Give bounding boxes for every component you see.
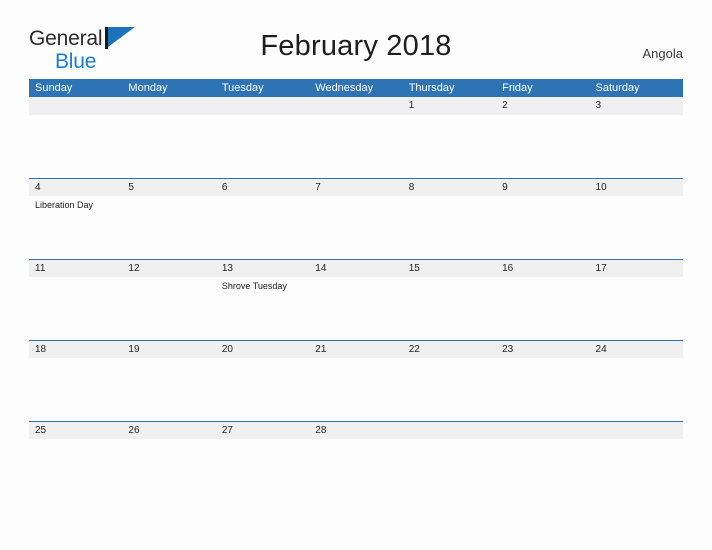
week-date-strip: 25 26 27 28 [29, 421, 683, 439]
day-event[interactable] [309, 196, 402, 259]
weekday-wednesday: Wednesday [315, 82, 374, 94]
day-event[interactable] [403, 439, 496, 502]
weekday-thursday: Thursday [408, 82, 455, 94]
day-number[interactable]: 25 [29, 422, 122, 439]
day-event[interactable] [122, 277, 215, 340]
day-event[interactable]: Liberation Day [29, 196, 122, 259]
day-event[interactable] [122, 439, 215, 502]
day-event[interactable] [309, 115, 402, 178]
day-number[interactable]: 5 [122, 179, 215, 196]
day-event[interactable] [216, 196, 309, 259]
day-number[interactable]: 28 [309, 422, 402, 439]
day-number[interactable]: 20 [216, 341, 309, 358]
day-number[interactable]: 22 [403, 341, 496, 358]
day-number[interactable]: 14 [309, 260, 402, 277]
day-event[interactable] [29, 115, 122, 178]
day-number[interactable]: 16 [496, 260, 589, 277]
day-event[interactable] [496, 439, 589, 502]
calendar-week-row: 1 2 3 [29, 97, 683, 178]
day-number[interactable] [122, 97, 215, 115]
day-number[interactable]: 18 [29, 341, 122, 358]
day-event[interactable] [403, 358, 496, 421]
week-event-strip: Liberation Day [29, 196, 683, 259]
day-event[interactable] [590, 358, 683, 421]
day-number[interactable]: 27 [216, 422, 309, 439]
day-number[interactable]: 23 [496, 341, 589, 358]
day-number[interactable]: 2 [496, 97, 589, 115]
page-title: February 2018 [260, 30, 452, 62]
day-number[interactable]: 3 [590, 97, 683, 115]
day-event[interactable]: Shrove Tuesday [216, 277, 309, 340]
day-event[interactable] [590, 196, 683, 259]
day-event[interactable] [403, 115, 496, 178]
day-event[interactable] [216, 115, 309, 178]
day-number[interactable]: 24 [590, 341, 683, 358]
week-date-strip: 1 2 3 [29, 97, 683, 115]
day-event[interactable] [122, 358, 215, 421]
weekday-sunday: Sunday [35, 82, 73, 94]
day-number[interactable]: 17 [590, 260, 683, 277]
day-event[interactable] [29, 439, 122, 502]
day-number[interactable]: 26 [122, 422, 215, 439]
page-header: General Blue February 2018 Angola [0, 0, 712, 72]
day-number[interactable]: 6 [216, 179, 309, 196]
calendar-page: General Blue February 2018 Angola Sunday… [0, 0, 712, 550]
day-event[interactable] [122, 196, 215, 259]
day-event[interactable] [496, 277, 589, 340]
country-label: Angola [642, 46, 683, 61]
calendar-week-row: 25 26 27 28 [29, 421, 683, 502]
day-number[interactable]: 7 [309, 179, 402, 196]
calendar-week-row: 11 12 13 14 15 16 17 Shrove Tuesday [29, 259, 683, 340]
day-event[interactable] [309, 439, 402, 502]
day-number[interactable] [403, 422, 496, 439]
day-number[interactable] [496, 422, 589, 439]
day-number[interactable] [216, 97, 309, 115]
week-event-strip [29, 358, 683, 421]
day-number[interactable]: 21 [309, 341, 402, 358]
week-date-strip: 18 19 20 21 22 23 24 [29, 340, 683, 358]
calendar-grid: Sunday Monday Tuesday Wednesday Thursday… [29, 79, 683, 502]
day-event[interactable] [496, 358, 589, 421]
day-number[interactable]: 10 [590, 179, 683, 196]
day-event[interactable] [590, 439, 683, 502]
week-date-strip: 11 12 13 14 15 16 17 [29, 259, 683, 277]
day-event[interactable] [309, 358, 402, 421]
weekday-friday: Friday [502, 82, 533, 94]
day-number[interactable] [590, 422, 683, 439]
day-event[interactable] [122, 115, 215, 178]
day-event[interactable] [403, 277, 496, 340]
weekday-monday: Monday [128, 82, 168, 94]
day-event[interactable] [309, 277, 402, 340]
day-event[interactable] [590, 115, 683, 178]
day-event[interactable] [216, 439, 309, 502]
day-number[interactable]: 15 [403, 260, 496, 277]
day-event[interactable] [496, 115, 589, 178]
day-number[interactable]: 1 [403, 97, 496, 115]
weekday-header-row: Sunday Monday Tuesday Wednesday Thursday… [29, 79, 683, 97]
day-number[interactable]: 4 [29, 179, 122, 196]
week-date-strip: 4 5 6 7 8 9 10 [29, 178, 683, 196]
day-event[interactable] [29, 277, 122, 340]
weekday-saturday: Saturday [595, 82, 640, 94]
day-event[interactable] [590, 277, 683, 340]
day-number[interactable]: 9 [496, 179, 589, 196]
day-number[interactable]: 12 [122, 260, 215, 277]
day-number[interactable]: 11 [29, 260, 122, 277]
day-event[interactable] [496, 196, 589, 259]
week-event-strip: Shrove Tuesday [29, 277, 683, 340]
day-number[interactable] [29, 97, 122, 115]
week-event-strip [29, 115, 683, 178]
day-event[interactable] [29, 358, 122, 421]
day-number[interactable]: 19 [122, 341, 215, 358]
day-number[interactable]: 13 [216, 260, 309, 277]
calendar-week-row: 18 19 20 21 22 23 24 [29, 340, 683, 421]
day-event[interactable] [216, 358, 309, 421]
day-event[interactable] [403, 196, 496, 259]
day-number[interactable] [309, 97, 402, 115]
week-event-strip [29, 439, 683, 502]
calendar-week-row: 4 5 6 7 8 9 10 Liberation Day [29, 178, 683, 259]
day-number[interactable]: 8 [403, 179, 496, 196]
weekday-tuesday: Tuesday [221, 82, 264, 94]
